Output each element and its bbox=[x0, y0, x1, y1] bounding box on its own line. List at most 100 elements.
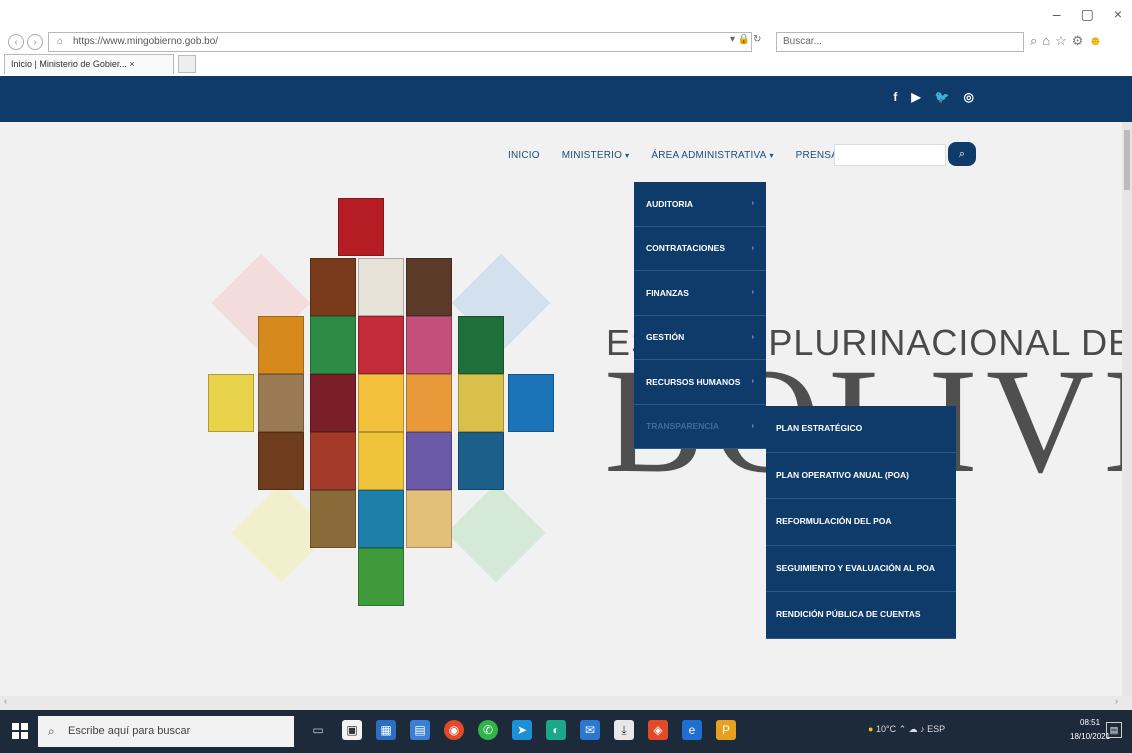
textile-tile bbox=[258, 432, 304, 490]
dropdown-item-label: GESTIÓN bbox=[646, 332, 685, 343]
textile-tile bbox=[310, 432, 356, 490]
network-icon[interactable]: ☁ bbox=[909, 724, 918, 734]
vertical-scrollbar[interactable] bbox=[1122, 122, 1132, 710]
chevron-right-icon: › bbox=[751, 244, 754, 252]
youtube-icon[interactable]: ▶ bbox=[911, 90, 920, 104]
mail-icon[interactable]: ✉ bbox=[580, 720, 600, 740]
taskbar-search-input[interactable]: ⌕ Escribe aquí para buscar bbox=[38, 716, 294, 747]
close-window-button[interactable]: × bbox=[1114, 6, 1122, 23]
dropdown-item-transparencia[interactable]: TRANSPARENCIA › bbox=[634, 405, 766, 449]
submenu-item-seguimiento-poa[interactable]: SEGUIMIENTO Y EVALUACIÓN AL POA bbox=[766, 546, 956, 592]
task-view-icon[interactable]: ▭ bbox=[308, 720, 328, 740]
settings-icon[interactable]: ⚙ bbox=[1072, 33, 1084, 49]
dropdown-item-gestion[interactable]: GESTIÓN › bbox=[634, 316, 766, 360]
store-bag-icon[interactable]: ▣ bbox=[342, 720, 362, 740]
address-bar[interactable]: ⌂ https://www.mingobierno.gob.bo/ bbox=[48, 32, 752, 52]
taskbar-apps: ▭ ▣ ▦ ▤ ◉ ✆ ➤ ◐ ✉ ⤓ ◈ e P bbox=[308, 720, 736, 740]
taskbar-clock[interactable]: 08:51 18/10/2021 bbox=[1070, 716, 1110, 744]
media-icon[interactable]: ◈ bbox=[648, 720, 668, 740]
edge-icon[interactable]: ◐ bbox=[546, 720, 566, 740]
textile-tile bbox=[358, 490, 404, 548]
textile-tile bbox=[208, 374, 254, 432]
forward-icon[interactable]: › bbox=[27, 34, 43, 50]
transparencia-submenu: PLAN ESTRATÉGICO PLAN OPERATIVO ANUAL (P… bbox=[766, 406, 956, 639]
site-search-input[interactable] bbox=[834, 144, 946, 166]
chevron-down-icon: ▾ bbox=[769, 151, 774, 160]
browser-search-input[interactable]: Buscar... bbox=[776, 32, 1024, 52]
instagram-icon[interactable]: ◎ bbox=[964, 90, 974, 104]
clock-time: 08:51 bbox=[1080, 718, 1101, 727]
chevron-right-icon: › bbox=[751, 378, 754, 386]
textile-tile bbox=[358, 374, 404, 432]
nav-item-area-administrativa[interactable]: ÁREA ADMINISTRATIVA ▾ bbox=[651, 150, 773, 161]
language-indicator[interactable]: ESP bbox=[927, 724, 945, 734]
nav-item-inicio[interactable]: INICIO bbox=[508, 150, 540, 161]
textile-mosaic-logo bbox=[206, 198, 562, 618]
textile-tile bbox=[406, 316, 452, 374]
textile-tile bbox=[406, 374, 452, 432]
nav-item-label: MINISTERIO bbox=[561, 150, 623, 161]
internet-explorer-icon[interactable]: e bbox=[682, 720, 702, 740]
lock-icon[interactable]: 🔒 bbox=[738, 34, 750, 45]
home-icon[interactable]: ⌂ bbox=[1042, 33, 1050, 49]
textile-tile bbox=[458, 316, 504, 374]
textile-tile bbox=[258, 374, 304, 432]
feedback-icon[interactable]: ☻ bbox=[1088, 33, 1102, 49]
chrome-icon[interactable]: ◉ bbox=[444, 720, 464, 740]
minimize-button[interactable]: – bbox=[1053, 6, 1061, 23]
dropdown-item-contrataciones[interactable]: CONTRATACIONES › bbox=[634, 227, 766, 271]
powerpoint-icon[interactable]: P bbox=[716, 720, 736, 740]
volume-icon[interactable]: ♪ bbox=[920, 724, 925, 734]
system-tray: ● 10°C ⌃ ☁ ♪ ESP bbox=[868, 724, 945, 735]
favorites-icon[interactable]: ☆ bbox=[1055, 33, 1067, 49]
submenu-item-rendicion-cuentas[interactable]: RENDICIÓN PÚBLICA DE CUENTAS bbox=[766, 592, 956, 639]
windows-taskbar: ⌕ Escribe aquí para buscar ▭ ▣ ▦ ▤ ◉ ✆ ➤… bbox=[0, 710, 1132, 753]
browser-tab[interactable]: Inicio | Ministerio de Gobier... × bbox=[4, 54, 174, 74]
dropdown-item-label: AUDITORIA bbox=[646, 198, 694, 209]
tab-close-icon[interactable]: × bbox=[129, 59, 134, 69]
submenu-item-poa[interactable]: PLAN OPERATIVO ANUAL (POA) bbox=[766, 453, 956, 499]
site-search-button[interactable]: ⌕ bbox=[948, 142, 976, 166]
dropdown-item-finanzas[interactable]: FINANZAS › bbox=[634, 271, 766, 316]
messenger-icon[interactable]: ➤ bbox=[512, 720, 532, 740]
whatsapp-icon[interactable]: ✆ bbox=[478, 720, 498, 740]
nav-item-label: PRENSA bbox=[795, 150, 838, 161]
site-top-bar: f ▶ 🐦 ◎ bbox=[0, 76, 1132, 122]
textile-tile bbox=[258, 316, 304, 374]
dropdown-item-label: FINANZAS bbox=[646, 287, 689, 298]
refresh-icon[interactable]: ↻ bbox=[753, 34, 761, 45]
social-links: f ▶ 🐦 ◎ bbox=[893, 90, 974, 104]
maximize-button[interactable]: ▢ bbox=[1081, 6, 1094, 23]
back-icon[interactable]: ‹ bbox=[8, 34, 24, 50]
window-controls: – ▢ × bbox=[1053, 6, 1122, 23]
twitter-icon[interactable]: 🐦 bbox=[935, 90, 950, 104]
submenu-item-reformulacion-poa[interactable]: REFORMULACIÓN DEL POA bbox=[766, 499, 956, 546]
dropdown-item-auditoria[interactable]: AUDITORIA › bbox=[634, 182, 766, 227]
nav-item-ministerio[interactable]: MINISTERIO ▾ bbox=[562, 150, 630, 161]
search-icon[interactable]: ⌕ bbox=[1030, 33, 1037, 49]
address-actions: ▾ 🔒 ↻ bbox=[730, 34, 761, 45]
main-navigation: INICIO MINISTERIO ▾ ÁREA ADMINISTRATIVA ▾ … bbox=[508, 150, 845, 161]
search-icon: ⌕ bbox=[48, 724, 55, 738]
page-icon: ⌂ bbox=[57, 36, 64, 47]
submenu-item-plan-estrategico[interactable]: PLAN ESTRATÉGICO bbox=[766, 406, 956, 453]
new-tab-button[interactable] bbox=[178, 55, 196, 73]
dropdown-item-recursos-humanos[interactable]: RECURSOS HUMANOS › bbox=[634, 360, 766, 405]
scrollbar-thumb[interactable] bbox=[1124, 130, 1130, 190]
pdf-icon[interactable]: ⤓ bbox=[614, 720, 634, 740]
chevron-right-icon: › bbox=[751, 333, 754, 341]
horizontal-scrollbar[interactable]: ‹ › bbox=[0, 696, 1132, 710]
facebook-icon[interactable]: f bbox=[893, 90, 897, 104]
chevron-down-icon: ▾ bbox=[625, 151, 630, 160]
textile-tile bbox=[358, 316, 404, 374]
photos-icon[interactable]: ▤ bbox=[410, 720, 430, 740]
dropdown-icon[interactable]: ▾ bbox=[730, 34, 735, 45]
tray-chevron-icon[interactable]: ⌃ bbox=[899, 724, 907, 734]
calendar-icon[interactable]: ▦ bbox=[376, 720, 396, 740]
weather-temp[interactable]: 10°C bbox=[876, 724, 896, 734]
scroll-right-icon[interactable]: › bbox=[1115, 696, 1118, 706]
search-icon: ⌕ bbox=[958, 147, 966, 160]
scroll-left-icon[interactable]: ‹ bbox=[4, 696, 7, 706]
notifications-icon[interactable]: ▤ bbox=[1106, 722, 1122, 738]
windows-start-icon[interactable] bbox=[12, 723, 28, 739]
